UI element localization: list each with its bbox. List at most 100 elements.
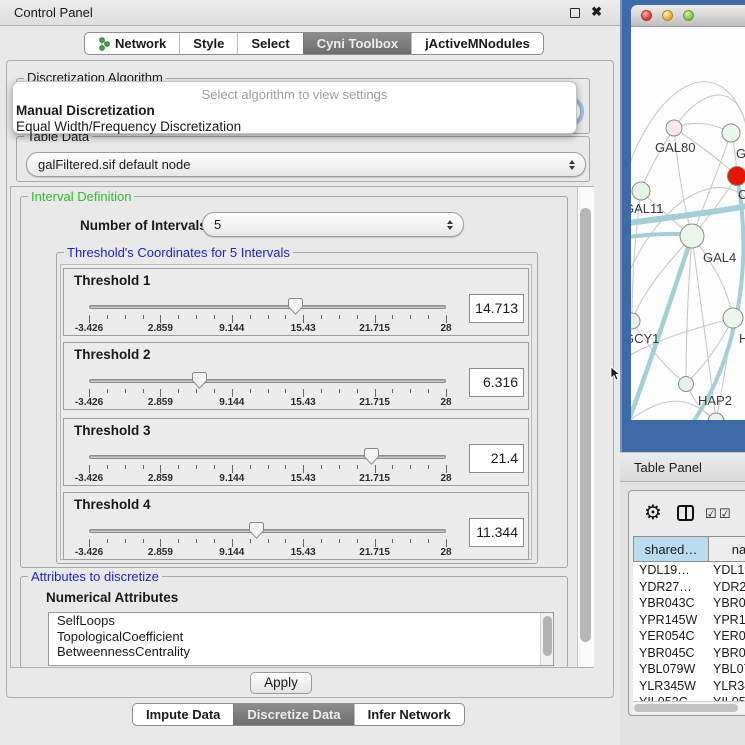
threshold-label: Threshold 1: [74, 273, 151, 288]
network-node-h[interactable]: [723, 308, 743, 328]
cell-name: YIL052C: [705, 694, 745, 701]
cell-shared-name: YPR145W: [633, 612, 705, 629]
cell-name: YDL19: [705, 562, 745, 579]
option-manual-discretization[interactable]: Manual Discretization: [16, 103, 155, 118]
threshold-value-field[interactable]: 14.713: [469, 294, 524, 323]
network-edge: [641, 128, 674, 191]
combo-stepper-icon: [569, 160, 575, 170]
network-window-titlebar[interactable]: [631, 5, 745, 27]
table-row[interactable]: YDR27…YDR27: [633, 579, 745, 596]
network-node-c[interactable]: [728, 167, 745, 186]
tick-marks: [89, 465, 446, 473]
tab-discretize-data[interactable]: Discretize Data: [233, 704, 353, 725]
network-node-hap2[interactable]: [679, 377, 694, 392]
table-row[interactable]: YBL079WYBL079W: [633, 661, 745, 678]
slider-track[interactable]: [89, 379, 446, 383]
tab-impute-data[interactable]: Impute Data: [133, 704, 233, 725]
num-intervals-combobox[interactable]: 5: [202, 212, 464, 237]
tab-jactivemnodules[interactable]: jActiveMNodules: [411, 33, 543, 54]
option-equal-width-frequency[interactable]: Equal Width/Frequency Discretization: [16, 119, 241, 134]
table-data-value: galFiltered.sif default node: [38, 157, 190, 172]
attribute-item[interactable]: SelfLoops: [49, 613, 553, 629]
network-node-gal11[interactable]: [632, 182, 650, 200]
table-row[interactable]: YPR145WYPR145W: [633, 612, 745, 629]
control-panel-tabs: Network Style Select Cyni Toolbox jActiveMNo…: [84, 32, 544, 55]
threshold-label: Threshold 2: [74, 347, 151, 362]
slider-track[interactable]: [89, 529, 446, 533]
attributes-group-title: Attributes to discretize: [28, 569, 162, 584]
table-row[interactable]: YER054CYER054C: [633, 628, 745, 645]
slider-thumb[interactable]: [192, 372, 207, 389]
checkbox-icon[interactable]: ☑: [719, 506, 731, 522]
close-panel-icon[interactable]: ✖: [591, 4, 602, 20]
cell-shared-name: YDR27…: [633, 579, 705, 596]
slider-thumb[interactable]: [288, 298, 303, 315]
gear-icon[interactable]: ⚙: [644, 500, 662, 525]
checkbox-icon[interactable]: ☑: [705, 506, 717, 522]
tab-infer-network[interactable]: Infer Network: [354, 704, 464, 725]
tab-style[interactable]: Style: [179, 33, 237, 54]
threshold-label: Threshold 4: [74, 497, 151, 512]
column-header-name[interactable]: name: [708, 536, 745, 562]
list-scrollbar[interactable]: [540, 613, 553, 665]
threshold-value-field[interactable]: 21.4: [469, 444, 524, 473]
tab-cyni-toolbox[interactable]: Cyni Toolbox: [303, 33, 411, 54]
network-node-gcy1[interactable]: [631, 313, 640, 329]
network-node-gal80[interactable]: [666, 120, 682, 136]
mouse-cursor: [610, 366, 622, 382]
close-window-button[interactable]: [641, 10, 652, 21]
list-scrollbar-thumb[interactable]: [543, 616, 552, 656]
network-node[interactable]: [708, 413, 724, 420]
algorithm-popup: Select algorithm to view settings Manual…: [12, 81, 577, 134]
cell-name: YER054C: [705, 628, 745, 645]
horizontal-scrollbar[interactable]: [633, 701, 745, 713]
node-label: C: [738, 187, 745, 202]
slider-track[interactable]: [89, 455, 446, 459]
slider-thumb[interactable]: [364, 448, 379, 465]
slider-track[interactable]: [89, 305, 446, 309]
table-row[interactable]: YLR345WYLR345W: [633, 678, 745, 695]
node-label: GAL80: [655, 140, 695, 155]
tab-label: jActiveMNodules: [425, 36, 530, 51]
cell-shared-name: YBR045C: [633, 645, 705, 662]
network-edge: [692, 236, 733, 318]
tab-label: Discretize Data: [247, 707, 340, 722]
numerical-attributes-list: SelfLoopsTopologicalCoefficientBetweenne…: [48, 612, 554, 666]
node-label: H: [739, 331, 745, 346]
attribute-item[interactable]: BetweennessCentrality: [49, 644, 553, 660]
threshold-value-field[interactable]: 11.344: [469, 518, 524, 547]
network-node-gal4[interactable]: [680, 224, 704, 248]
tab-label: Cyni Toolbox: [317, 36, 398, 51]
zoom-window-button[interactable]: [683, 10, 694, 21]
threshold-value-field[interactable]: 6.316: [469, 368, 524, 397]
num-intervals-value: 5: [214, 217, 221, 232]
tick-labels: -3.4262.8599.14415.4321.71528: [89, 473, 446, 485]
float-panel-icon[interactable]: [570, 8, 580, 18]
network-node-ga[interactable]: [722, 124, 740, 142]
table-rows: YDL19…YDL19YDR27…YDR27YBR043CYBR043CYPR1…: [633, 562, 745, 701]
tab-label: Infer Network: [368, 707, 451, 722]
tab-label: Style: [193, 36, 224, 51]
table-data-combobox[interactable]: galFiltered.sif default node: [26, 152, 586, 177]
table-row[interactable]: YBR043CYBR043C: [633, 595, 745, 612]
table-panel-header: Table Panel: [620, 452, 745, 482]
slider-thumb[interactable]: [249, 522, 264, 539]
attribute-item[interactable]: TopologicalCoefficient: [49, 629, 553, 645]
column-header-shared[interactable]: shared…: [633, 536, 709, 562]
table-row[interactable]: YBR045CYBR045C: [633, 645, 745, 662]
cell-name: YBR045C: [705, 645, 745, 662]
table-row[interactable]: YDL19…YDL19: [633, 562, 745, 579]
tab-network[interactable]: Network: [85, 33, 179, 54]
combo-stepper-icon: [447, 220, 453, 230]
vertical-scrollbar-thumb[interactable]: [580, 208, 591, 642]
horizontal-scrollbar-thumb[interactable]: [634, 704, 738, 712]
apply-button[interactable]: Apply: [250, 672, 312, 694]
num-intervals-label: Number of Intervals: [80, 218, 207, 233]
column-layout-icon[interactable]: [677, 505, 694, 521]
cell-shared-name: YIL052C: [633, 694, 705, 701]
cell-shared-name: YER054C: [633, 628, 705, 645]
table-row[interactable]: YIL052CYIL052C: [633, 694, 745, 701]
network-canvas[interactable]: GAL80GACGAL11GAL4GCY1HHAP2: [631, 27, 745, 420]
tab-select[interactable]: Select: [237, 33, 302, 54]
minimize-window-button[interactable]: [662, 10, 673, 21]
